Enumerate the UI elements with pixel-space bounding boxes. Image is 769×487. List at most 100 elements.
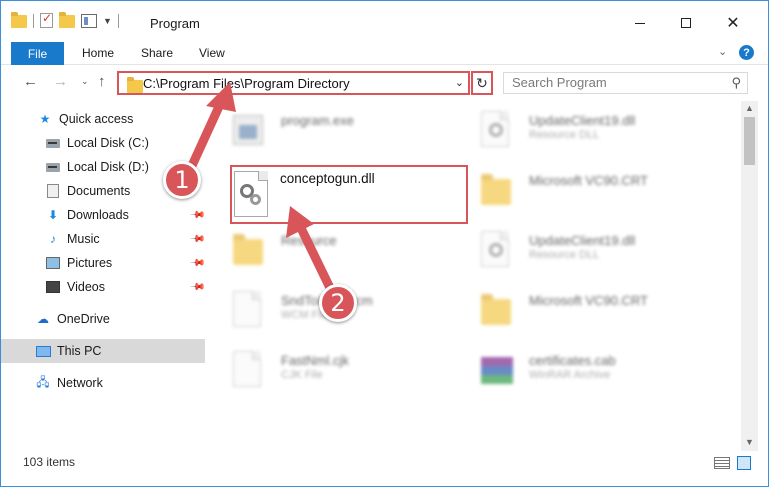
ribbon-tabs: File Home Share View ⌄ ? [1,41,768,65]
dll-icon [481,111,515,151]
pictures-icon [45,255,61,271]
help-icon[interactable]: ? [739,45,754,60]
sidebar-item-label: Videos [67,280,105,294]
file-name: FastNml.cjk [281,353,349,368]
music-icon: ♪ [50,232,56,246]
file-item[interactable]: Resource [233,227,473,279]
search-icon[interactable]: ⚲ [731,75,741,91]
address-bar[interactable]: C:\Program Files\Program Directory ⌄ [117,71,470,95]
scroll-thumb[interactable] [744,117,755,165]
close-button[interactable]: ✕ [711,11,755,35]
sidebar-item-label: This PC [57,344,102,358]
disk-icon [45,135,61,151]
videos-icon [45,279,61,295]
file-item[interactable]: UpdateClient19.dll Resource DLL [481,107,721,159]
sidebar-item-label: OneDrive [57,312,110,326]
sidebar-item-label: Local Disk (D:) [67,160,149,174]
toolbar-separator [33,13,34,28]
rar-icon [481,351,515,391]
forward-arrow-icon[interactable]: → [53,73,68,90]
new-folder-icon[interactable] [59,12,75,28]
scroll-down-arrow-icon[interactable]: ▼ [745,437,754,447]
pin-icon[interactable]: 📌 [189,255,206,272]
pin-icon[interactable]: 📌 [189,207,206,224]
file-name: program.exe [281,113,354,128]
customize-toolbar-caret-icon[interactable]: ▼ [103,16,112,26]
quick-access-toolbar: ▼ [11,11,119,28]
address-path[interactable]: C:\Program Files\Program Directory [143,76,350,91]
folder-icon [127,77,143,93]
file-item[interactable]: certificates.cab WinRAR Archive [481,347,721,399]
folder-icon [233,231,267,271]
folder-icon [481,291,515,331]
sidebar-item-pictures[interactable]: Pictures 📌 [1,251,206,275]
documents-icon [45,183,61,199]
network-icon: 🖧 [36,374,50,389]
file-item[interactable]: Microsoft VC90.CRT [481,287,721,339]
minimize-icon [635,22,645,24]
tab-file[interactable]: File [11,42,64,65]
sidebar-item-quick-access[interactable]: ★ Quick access [1,107,205,131]
sidebar-item-downloads[interactable]: ⬇ Downloads 📌 [1,203,206,227]
back-arrow-icon[interactable]: ← [23,73,38,90]
explorer-window: ▼ Program ✕ File Home Share View ⌄ ? ← →… [0,0,769,487]
search-box[interactable]: ⚲ [503,72,748,94]
dll-icon [481,231,515,271]
file-icon [233,351,267,391]
file-type: Resource DLL [529,249,600,261]
sidebar-item-network[interactable]: 🖧 Network [1,371,205,395]
large-icons-view-icon[interactable] [737,456,751,470]
up-arrow-icon[interactable]: ↑ [98,73,106,90]
scroll-up-arrow-icon[interactable]: ▲ [745,103,754,113]
minimize-button[interactable] [618,11,662,35]
window-title: Program [150,16,200,31]
recent-locations-chevron-icon[interactable]: ⌄ [81,76,89,87]
refresh-icon: ↻ [476,74,488,91]
sidebar-item-label: Downloads [67,208,129,222]
maximize-button[interactable] [664,11,708,35]
sidebar-item-label: Network [57,376,103,390]
sidebar-item-videos[interactable]: Videos 📌 [1,275,206,299]
star-icon: ★ [39,112,51,126]
search-input[interactable] [512,75,712,90]
cloud-icon: ☁ [37,312,49,326]
file-item[interactable]: program.exe [233,107,473,159]
view-props-icon[interactable] [81,13,97,28]
pin-icon[interactable]: 📌 [189,231,206,248]
disk-icon [45,159,61,175]
pin-icon[interactable]: 📌 [189,279,206,296]
file-item[interactable]: Microsoft VC90.CRT [481,167,721,219]
properties-check-icon[interactable] [40,11,53,28]
refresh-button[interactable]: ↻ [471,71,493,95]
expand-ribbon-chevron-icon[interactable]: ⌄ [718,45,727,58]
file-icon [233,291,267,331]
highlighted-file-name[interactable]: conceptogun.dll [280,171,375,186]
sidebar-item-onedrive[interactable]: ☁ OneDrive [1,307,205,331]
address-dropdown-chevron-icon[interactable]: ⌄ [455,76,464,89]
file-name: Resource [281,233,337,248]
tab-home[interactable]: Home [82,46,114,60]
navigation-pane: ★ Quick access Local Disk (C:) Local Dis… [1,101,211,447]
file-name: Microsoft VC90.CRT [529,293,648,308]
step-badge-2: 2 [319,284,357,322]
maximize-icon [681,18,691,28]
sidebar-item-music[interactable]: ♪ Music 📌 [1,227,206,251]
sidebar-item-this-pc[interactable]: This PC [1,339,205,363]
toolbar-separator [117,13,119,28]
status-bar: 103 items [1,451,768,473]
pc-icon [35,343,51,359]
exe-icon [233,111,267,151]
details-view-icon[interactable] [714,457,730,469]
tab-share[interactable]: Share [141,46,173,60]
file-name: certificates.cab [529,353,616,368]
title-bar: ▼ Program ✕ [1,1,768,41]
file-type: CJK File [281,369,323,381]
vertical-scrollbar[interactable]: ▲ ▼ [741,101,758,453]
file-type: Resource DLL [529,129,600,141]
file-list: program.exe UpdateClient19.dll Resource … [211,101,741,447]
tab-view[interactable]: View [199,46,225,60]
file-name: UpdateClient19.dll [529,233,636,248]
file-item[interactable]: FastNml.cjk CJK File [233,347,473,399]
file-item[interactable]: UpdateClient19.dll Resource DLL [481,227,721,279]
sidebar-item-local-disk-c[interactable]: Local Disk (C:) [1,131,205,155]
